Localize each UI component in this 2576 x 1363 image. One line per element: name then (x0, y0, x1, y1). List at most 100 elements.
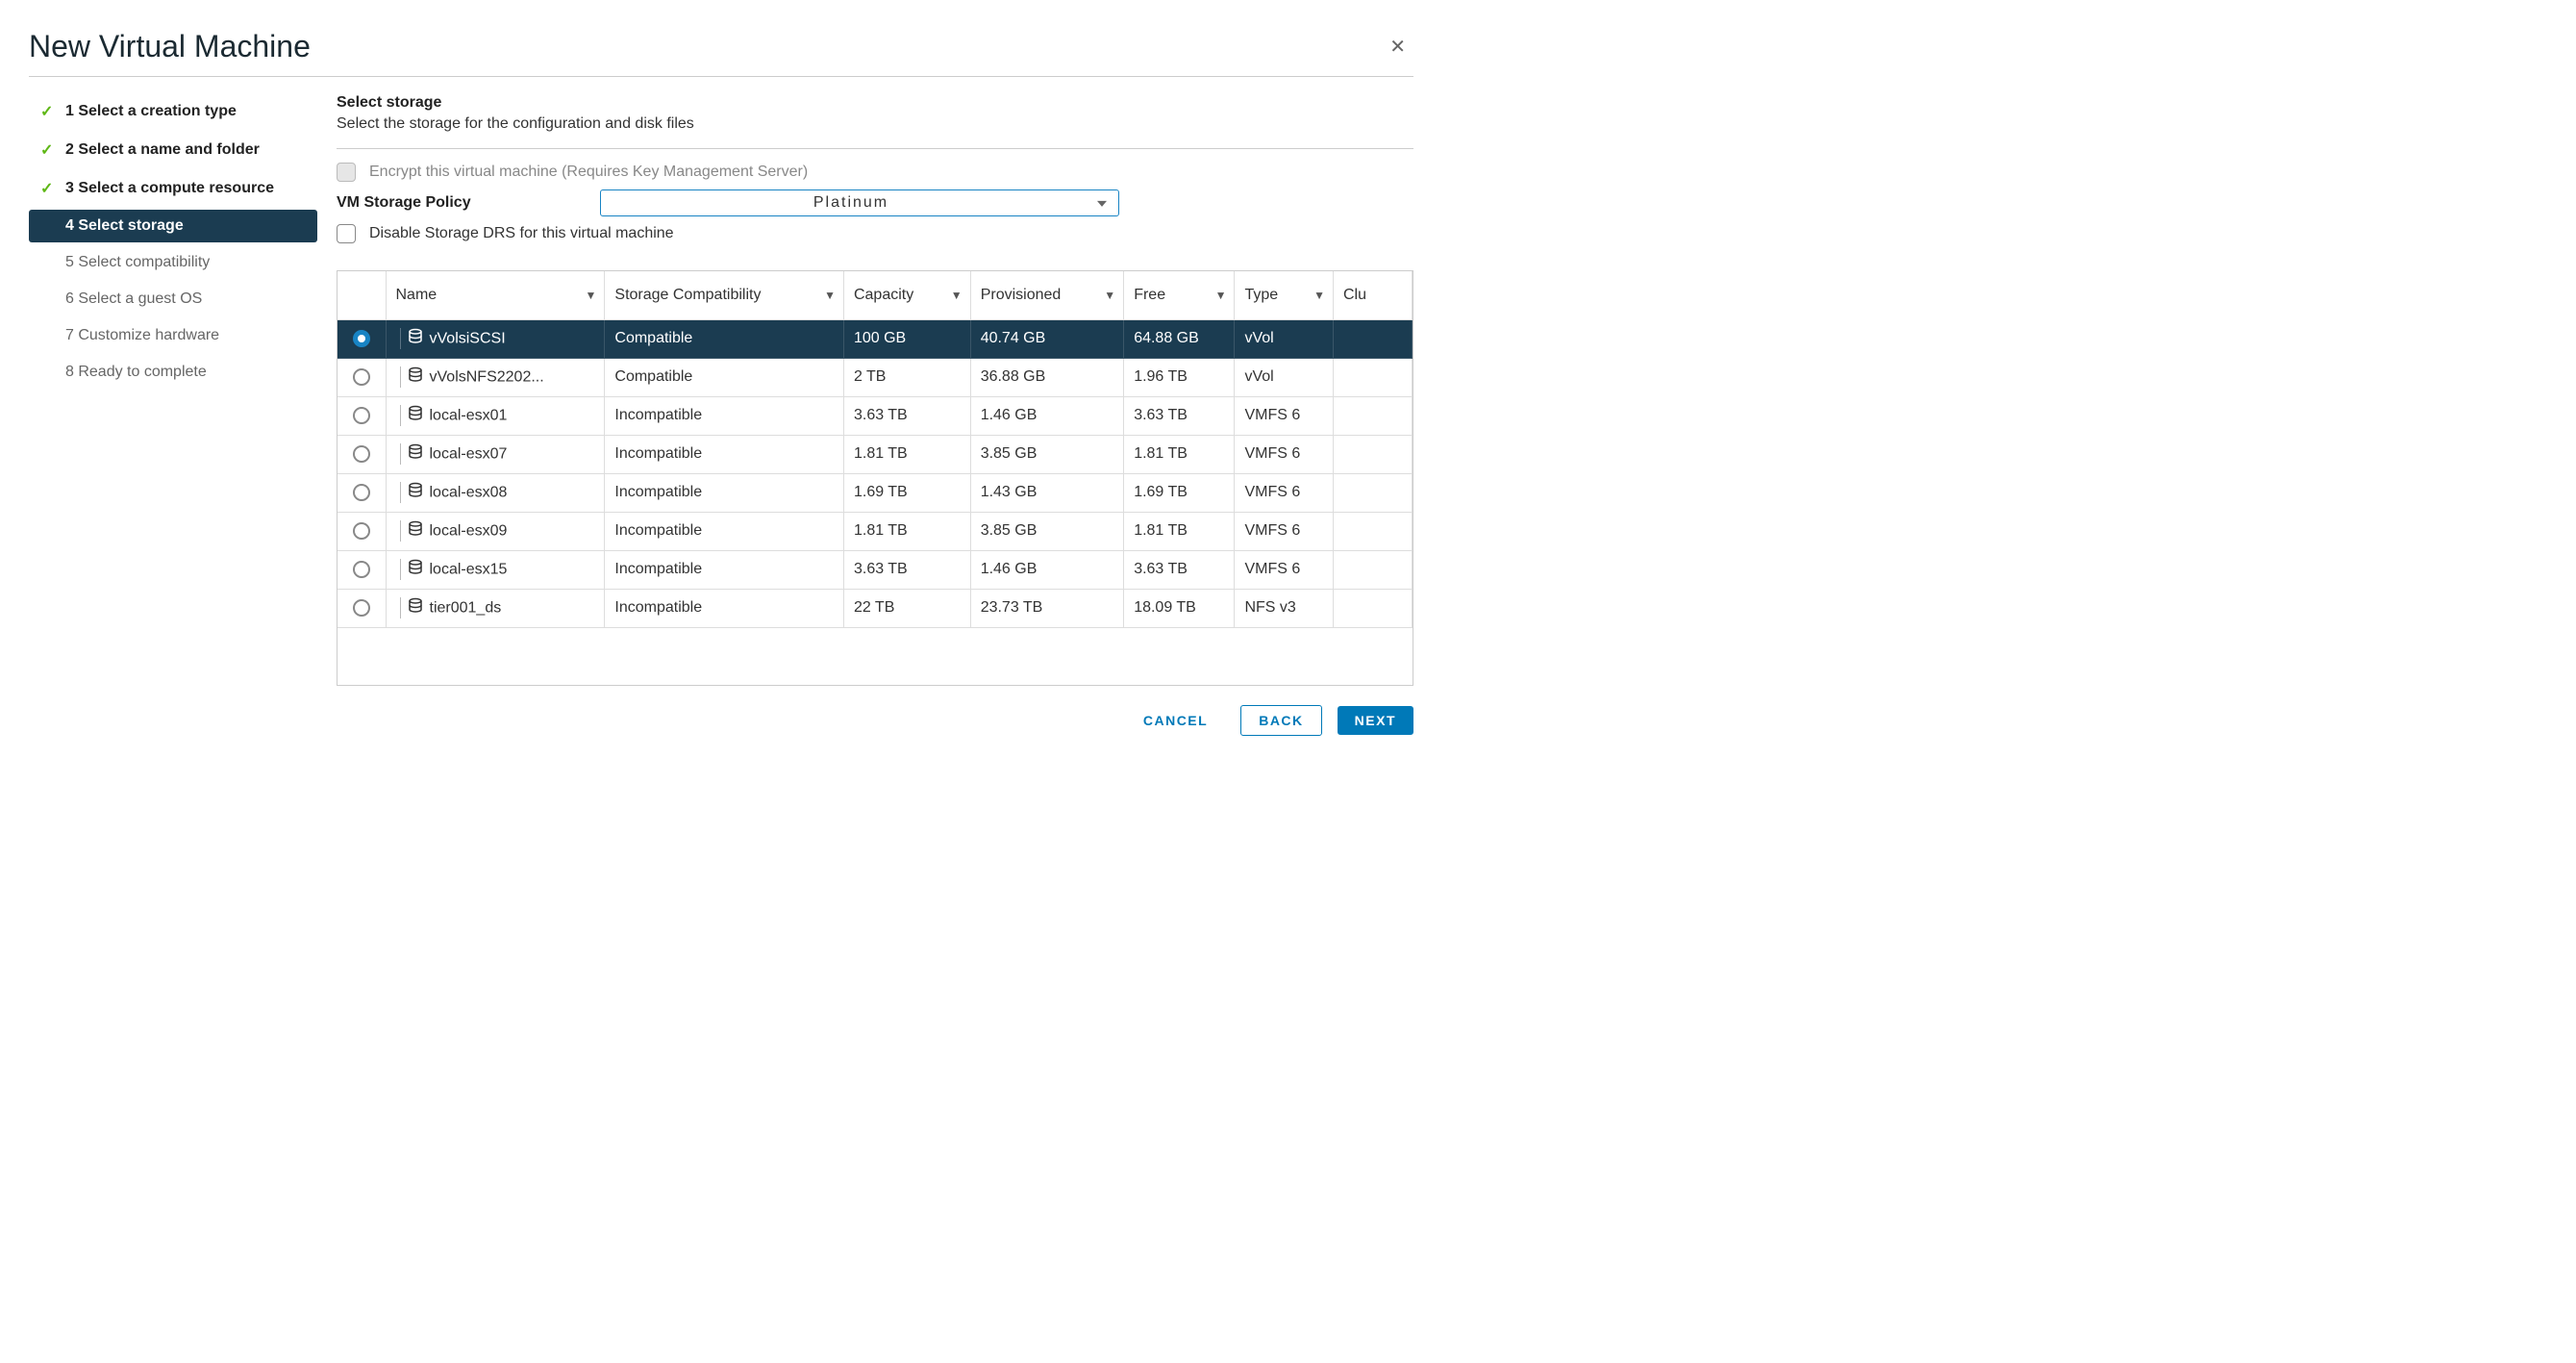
disable-drs-checkbox[interactable] (337, 224, 356, 243)
cell-radio[interactable] (338, 512, 386, 550)
col-header-free[interactable]: Free▼ (1124, 271, 1235, 319)
datastore-icon (407, 559, 424, 581)
cell-free: 64.88 GB (1124, 319, 1235, 358)
cell-cluster (1333, 473, 1412, 512)
policy-row: VM Storage Policy Platinum (337, 189, 1413, 216)
cell-radio[interactable] (338, 550, 386, 589)
filter-icon[interactable]: ▼ (824, 289, 836, 302)
wizard-step-select-storage[interactable]: 4 Select storage (29, 210, 317, 242)
wizard-step-name-folder[interactable]: ✓ 2 Select a name and folder (29, 133, 317, 167)
cell-cluster (1333, 435, 1412, 473)
cell-provisioned: 40.74 GB (970, 319, 1124, 358)
new-vm-modal: New Virtual Machine ✕ ✓ 1 Select a creat… (0, 0, 1442, 765)
cell-compat: Compatible (605, 319, 844, 358)
cell-radio[interactable] (338, 435, 386, 473)
datastore-name: vVolsNFS2202... (430, 368, 544, 385)
cell-free: 1.96 TB (1124, 358, 1235, 396)
cell-provisioned: 1.46 GB (970, 396, 1124, 435)
cell-name: local-esx07 (386, 435, 605, 473)
cell-free: 3.63 TB (1124, 550, 1235, 589)
cell-radio[interactable] (338, 358, 386, 396)
radio-icon[interactable] (353, 599, 370, 617)
radio-icon[interactable] (353, 484, 370, 501)
content-panel: Select storage Select the storage for th… (337, 94, 1413, 686)
wizard-step-label: 3 Select a compute resource (65, 180, 274, 197)
wizard-step-label: 7 Customize hardware (65, 327, 219, 344)
table-header-row: Name▼ Storage Compatibility▼ Capacity▼ P… (338, 271, 1413, 319)
filter-icon[interactable]: ▼ (1215, 289, 1227, 302)
cell-name: vVolsNFS2202... (386, 358, 605, 396)
col-header-cluster[interactable]: Clu (1333, 271, 1412, 319)
table-row[interactable]: tier001_dsIncompatible22 TB23.73 TB18.09… (338, 589, 1413, 627)
table-row[interactable]: vVolsiSCSICompatible100 GB40.74 GB64.88 … (338, 319, 1413, 358)
vm-storage-policy-value: Platinum (813, 194, 888, 211)
table-row[interactable]: local-esx08Incompatible1.69 TB1.43 GB1.6… (338, 473, 1413, 512)
cell-capacity: 2 TB (843, 358, 970, 396)
col-header-capacity[interactable]: Capacity▼ (843, 271, 970, 319)
filter-icon[interactable]: ▼ (586, 289, 597, 302)
cell-provisioned: 1.43 GB (970, 473, 1124, 512)
filter-icon[interactable]: ▼ (1313, 289, 1325, 302)
datastore-name: local-esx08 (430, 484, 508, 500)
cancel-button[interactable]: CANCEL (1126, 706, 1225, 735)
radio-icon[interactable] (353, 407, 370, 424)
cell-cluster (1333, 550, 1412, 589)
cell-type: VMFS 6 (1235, 550, 1334, 589)
table-row[interactable]: vVolsNFS2202...Compatible2 TB36.88 GB1.9… (338, 358, 1413, 396)
col-header-type[interactable]: Type▼ (1235, 271, 1334, 319)
cell-type: VMFS 6 (1235, 473, 1334, 512)
table-row[interactable]: local-esx15Incompatible3.63 TB1.46 GB3.6… (338, 550, 1413, 589)
radio-icon[interactable] (353, 445, 370, 463)
wizard-step-compute-resource[interactable]: ✓ 3 Select a compute resource (29, 171, 317, 206)
datastore-table-wrap[interactable]: Name▼ Storage Compatibility▼ Capacity▼ P… (337, 270, 1413, 686)
radio-icon[interactable] (353, 330, 370, 347)
table-row[interactable]: local-esx01Incompatible3.63 TB1.46 GB3.6… (338, 396, 1413, 435)
modal-footer: CANCEL BACK NEXT (29, 686, 1413, 736)
cell-capacity: 3.63 TB (843, 550, 970, 589)
radio-icon[interactable] (353, 522, 370, 540)
cell-capacity: 3.63 TB (843, 396, 970, 435)
datastore-name: local-esx01 (430, 407, 508, 423)
separator (400, 559, 401, 580)
filter-icon[interactable]: ▼ (951, 289, 963, 302)
cell-capacity: 1.69 TB (843, 473, 970, 512)
cell-capacity: 1.81 TB (843, 435, 970, 473)
filter-icon[interactable]: ▼ (1104, 289, 1115, 302)
wizard-step-guest-os: 6 Select a guest OS (29, 283, 317, 316)
cell-radio[interactable] (338, 589, 386, 627)
cell-capacity: 22 TB (843, 589, 970, 627)
cell-radio[interactable] (338, 473, 386, 512)
wizard-step-creation-type[interactable]: ✓ 1 Select a creation type (29, 94, 317, 129)
radio-icon[interactable] (353, 368, 370, 386)
cell-radio[interactable] (338, 319, 386, 358)
wizard-step-customize-hardware: 7 Customize hardware (29, 319, 317, 352)
cell-radio[interactable] (338, 396, 386, 435)
table-row[interactable]: local-esx07Incompatible1.81 TB3.85 GB1.8… (338, 435, 1413, 473)
col-header-compat[interactable]: Storage Compatibility▼ (605, 271, 844, 319)
cell-type: VMFS 6 (1235, 435, 1334, 473)
radio-icon[interactable] (353, 561, 370, 578)
datastore-icon (407, 328, 424, 350)
datastore-name: local-esx09 (430, 522, 508, 539)
cell-type: NFS v3 (1235, 589, 1334, 627)
col-header-name[interactable]: Name▼ (386, 271, 605, 319)
check-icon: ✓ (40, 179, 56, 198)
next-button[interactable]: NEXT (1338, 706, 1413, 735)
encrypt-label: Encrypt this virtual machine (Requires K… (369, 164, 808, 181)
table-row[interactable]: local-esx09Incompatible1.81 TB3.85 GB1.8… (338, 512, 1413, 550)
vm-storage-policy-select[interactable]: Platinum (600, 189, 1119, 216)
modal-header: New Virtual Machine ✕ (29, 29, 1413, 77)
back-button[interactable]: BACK (1240, 705, 1321, 736)
col-header-provisioned[interactable]: Provisioned▼ (970, 271, 1124, 319)
wizard-step-label: 2 Select a name and folder (65, 141, 260, 159)
close-button[interactable]: ✕ (1382, 31, 1413, 63)
datastore-icon (407, 520, 424, 543)
modal-body: ✓ 1 Select a creation type ✓ 2 Select a … (29, 94, 1413, 686)
cell-provisioned: 3.85 GB (970, 435, 1124, 473)
separator (400, 443, 401, 465)
cell-type: VMFS 6 (1235, 396, 1334, 435)
encrypt-row: Encrypt this virtual machine (Requires K… (337, 163, 1413, 182)
cell-capacity: 1.81 TB (843, 512, 970, 550)
cell-compat: Incompatible (605, 396, 844, 435)
cell-name: local-esx08 (386, 473, 605, 512)
